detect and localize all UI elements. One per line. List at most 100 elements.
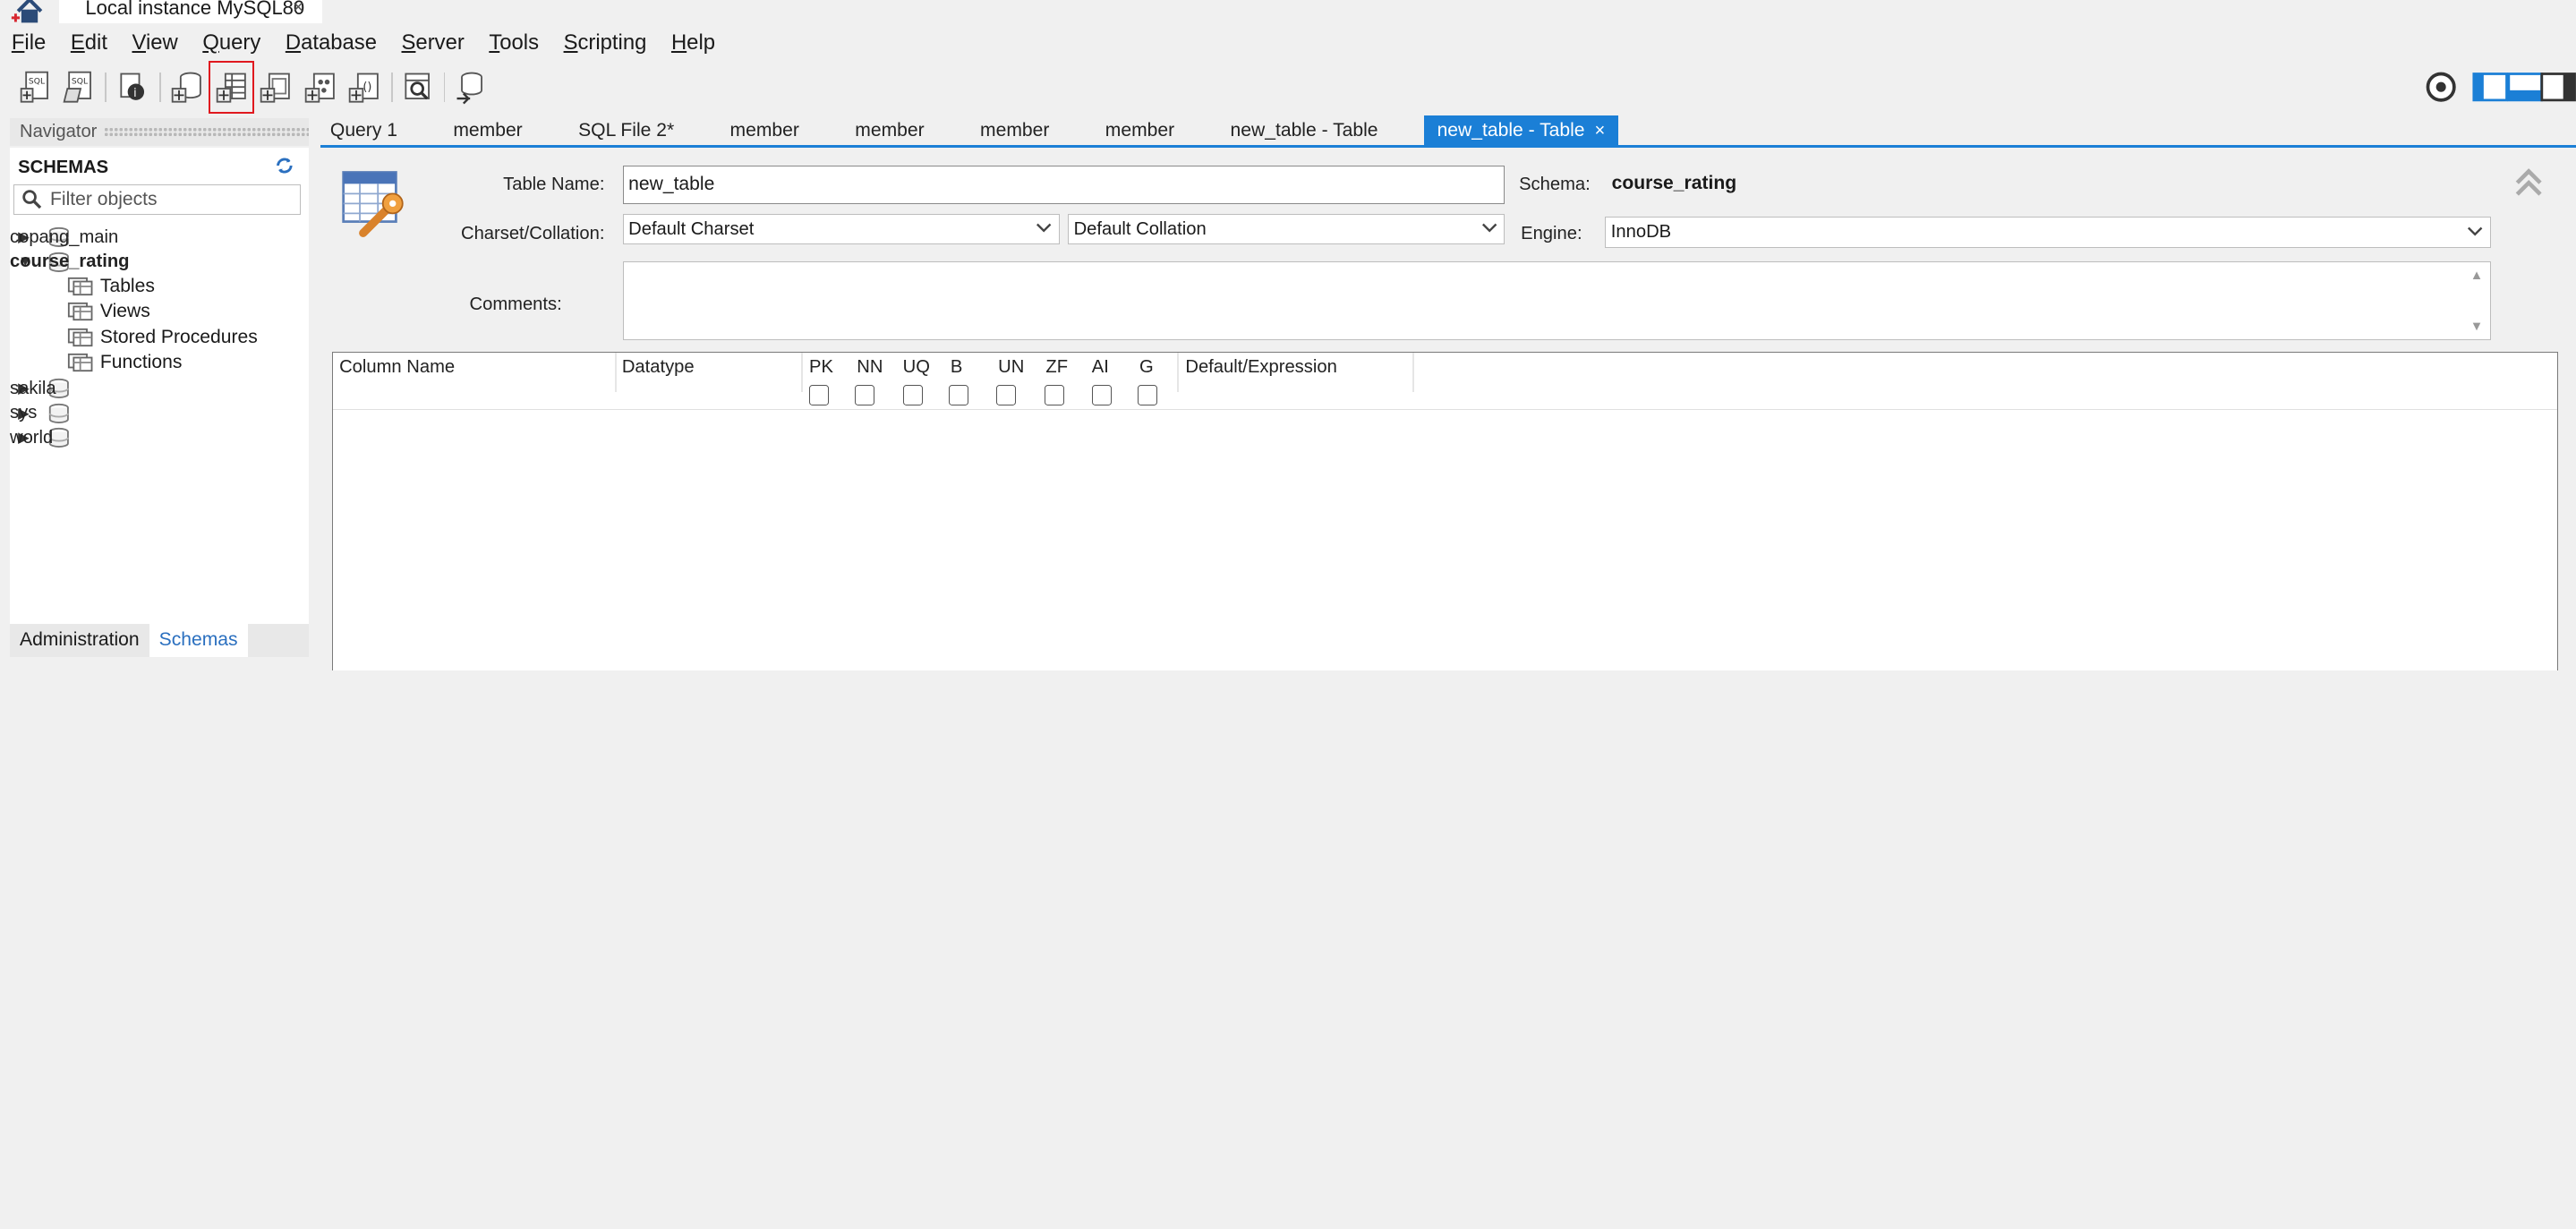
navigator-tabs: Administration Schemas <box>10 624 310 658</box>
main-toolbar: SQL SQL i () <box>0 63 2576 108</box>
menu-edit[interactable]: Edit <box>71 30 107 55</box>
toolbar-highlight <box>209 60 255 114</box>
schema-label: course_rating <box>10 252 130 272</box>
tab-query-1[interactable]: Query 1 <box>320 115 407 145</box>
schema-copang-main[interactable]: ▶ copang_main <box>10 225 118 250</box>
tab-new-table-active[interactable]: new_table - Table × <box>1423 115 1618 146</box>
nn-checkbox[interactable] <box>855 385 875 405</box>
connection-tab-label: Local instance MySQL80 <box>85 0 305 20</box>
schema-world[interactable]: ▶ world <box>10 425 77 450</box>
tree-item-stored-procedures[interactable]: Stored Procedures <box>67 325 258 350</box>
columns-grid[interactable]: Column Name Datatype PK NN UQ B UN ZF AI… <box>331 351 2558 670</box>
filter-objects-input[interactable] <box>50 188 297 210</box>
menu-help[interactable]: Help <box>671 30 715 55</box>
toggle-secondary-sidebar-icon[interactable] <box>2540 69 2576 105</box>
uq-checkbox[interactable] <box>902 385 923 405</box>
connection-tab[interactable]: Local instance MySQL80 × <box>59 0 322 23</box>
uq-header[interactable]: UQ <box>903 357 930 378</box>
drag-handle[interactable] <box>103 127 310 138</box>
engine-value: InnoDB <box>1610 222 1672 243</box>
menu-database[interactable]: Database <box>286 30 377 55</box>
close-icon[interactable]: × <box>1595 121 1606 141</box>
g-header[interactable]: G <box>1139 357 1154 378</box>
header-divider <box>1177 352 1180 392</box>
b-checkbox[interactable] <box>949 385 969 405</box>
zf-header[interactable]: ZF <box>1045 357 1068 378</box>
charset-select[interactable]: Default Charset <box>622 213 1060 245</box>
tab-schemas[interactable]: Schemas <box>149 624 248 658</box>
create-schema-icon[interactable] <box>169 69 205 105</box>
schema-label: sakila <box>10 378 56 398</box>
create-procedure-icon[interactable] <box>303 69 338 105</box>
collation-select[interactable]: Default Collation <box>1068 213 1506 245</box>
menu-bar: File Edit View Query Database Server Too… <box>0 26 2576 59</box>
tree-item-views[interactable]: Views <box>67 299 150 324</box>
menu-query[interactable]: Query <box>202 30 260 55</box>
engine-label: Engine: <box>1521 223 1582 243</box>
collation-value: Default Collation <box>1073 218 1207 239</box>
inspector-icon[interactable]: i <box>115 69 150 105</box>
datatype-header[interactable]: Datatype <box>622 357 695 378</box>
toolbar-separator <box>105 72 107 102</box>
navigator-header: Navigator <box>10 118 310 147</box>
create-function-icon[interactable]: () <box>346 69 382 105</box>
scroll-up-icon[interactable]: ▲ <box>2470 269 2484 283</box>
un-checkbox[interactable] <box>996 385 1017 405</box>
tree-item-label: Stored Procedures <box>99 327 258 348</box>
refresh-icon[interactable] <box>273 156 296 175</box>
tables-folder-icon <box>68 277 93 296</box>
filter-objects-field[interactable] <box>13 183 301 216</box>
un-header[interactable]: UN <box>998 357 1024 378</box>
g-checkbox[interactable] <box>1138 385 1158 405</box>
tree-item-functions[interactable]: Functions <box>67 350 182 375</box>
open-sql-script-icon[interactable]: SQL <box>61 69 97 105</box>
pk-checkbox[interactable] <box>809 385 830 405</box>
reconnect-icon[interactable] <box>452 69 488 105</box>
toolbar-separator <box>443 72 446 102</box>
chevron-down-icon <box>1036 223 1052 233</box>
table-editor: Table Name: new_table Schema: course_rat… <box>320 150 2576 670</box>
menu-server[interactable]: Server <box>402 30 465 55</box>
comments-textarea[interactable]: ▲ ▼ <box>622 260 2491 340</box>
settings-icon[interactable] <box>2423 69 2459 105</box>
search-table-data-icon[interactable] <box>399 69 435 105</box>
tab-member[interactable]: member <box>443 115 532 145</box>
tree-item-tables[interactable]: Tables <box>67 275 155 300</box>
engine-select[interactable]: InnoDB <box>1605 217 2491 249</box>
schema-course-rating[interactable]: ▼ course_rating <box>10 250 130 275</box>
ai-header[interactable]: AI <box>1092 357 1109 378</box>
default-expression-header[interactable]: Default/Expression <box>1185 357 1336 378</box>
create-view-icon[interactable] <box>258 69 294 105</box>
tab-label: new_table - Table <box>1437 120 1585 141</box>
nn-header[interactable]: NN <box>857 357 883 378</box>
toggle-sidebar-icon[interactable] <box>2472 69 2509 105</box>
new-sql-tab-icon[interactable]: SQL <box>18 69 54 105</box>
header-divider <box>800 352 803 392</box>
menu-tools[interactable]: Tools <box>489 30 539 55</box>
menu-view[interactable]: View <box>132 30 177 55</box>
toggle-output-icon[interactable] <box>2507 69 2543 105</box>
collapse-panel-icon[interactable] <box>2511 165 2546 201</box>
menu-scripting[interactable]: Scripting <box>564 30 647 55</box>
tab-new-table[interactable]: new_table - Table <box>1221 115 1388 145</box>
tab-member[interactable]: member <box>1096 115 1184 145</box>
menu-file[interactable]: File <box>12 30 46 55</box>
table-name-input[interactable]: new_table <box>622 166 1506 204</box>
svg-text:i: i <box>134 87 138 100</box>
b-header[interactable]: B <box>951 357 962 378</box>
pk-header[interactable]: PK <box>809 357 833 378</box>
schema-sys[interactable]: ▶ sys <box>10 401 77 426</box>
header-divider <box>1412 352 1414 392</box>
tab-member[interactable]: member <box>721 115 809 145</box>
close-icon[interactable]: × <box>293 0 304 19</box>
schema-sakila[interactable]: ▶ sakila <box>10 376 77 401</box>
tab-administration[interactable]: Administration <box>10 624 149 657</box>
column-name-header[interactable]: Column Name <box>339 357 455 378</box>
zf-checkbox[interactable] <box>1044 385 1064 405</box>
scroll-down-icon[interactable]: ▼ <box>2470 320 2484 334</box>
tab-sql-file-2[interactable]: SQL File 2* <box>568 115 684 145</box>
ai-checkbox[interactable] <box>1091 385 1112 405</box>
home-icon[interactable] <box>10 0 49 23</box>
tab-member[interactable]: member <box>845 115 934 145</box>
tab-member[interactable]: member <box>970 115 1059 145</box>
